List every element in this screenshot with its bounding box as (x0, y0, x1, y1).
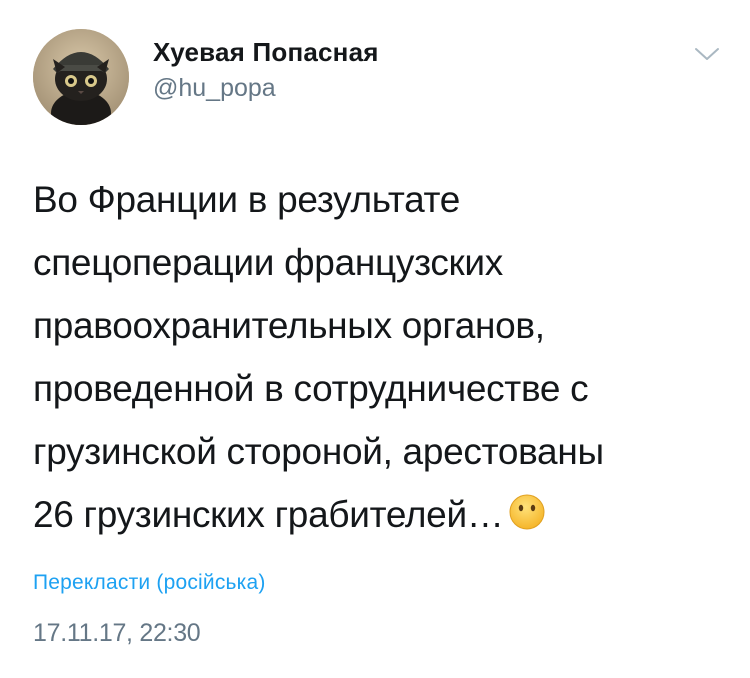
chevron-down-icon[interactable] (692, 44, 722, 64)
tweet-text-line: спецоперации французских (33, 242, 503, 283)
author-block: Хуевая Попасная @hu_popa (153, 36, 379, 104)
cat-avatar-icon (33, 29, 129, 125)
tweet-text-line-last: 26 грузинских грабителей… (33, 483, 723, 546)
author-avatar[interactable] (33, 29, 129, 125)
tweet-text: Во Франции в результате спецоперации фра… (33, 168, 723, 546)
tweet-timestamp[interactable]: 17.11.17, 22:30 (33, 619, 201, 648)
tweet-text-line: проведенной в сотрудничестве с (33, 368, 589, 409)
tweet-text-line: грузинской стороной, арестованы (33, 431, 604, 472)
tweet-text-line: 26 грузинских грабителей… (33, 494, 504, 535)
tweet-text-line: правоохранительных органов, (33, 305, 545, 346)
author-display-name[interactable]: Хуевая Попасная (153, 36, 379, 68)
tweet-text-line: Во Франции в результате (33, 179, 461, 220)
author-handle[interactable]: @hu_popa (153, 72, 379, 104)
hushed-face-icon (509, 494, 545, 530)
tweet-card: Хуевая Попасная @hu_popa Во Франции в ре… (0, 0, 750, 678)
translate-link[interactable]: Перекласти (російська) (33, 571, 266, 595)
